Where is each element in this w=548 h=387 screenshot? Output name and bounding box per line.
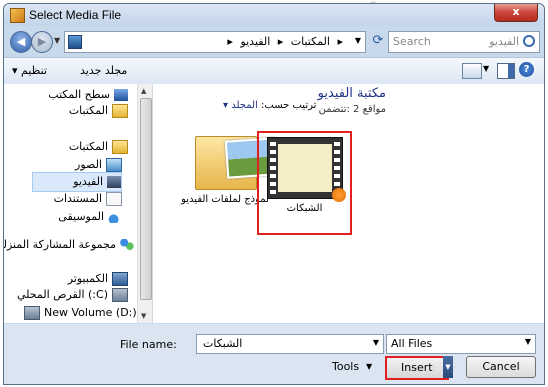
folder-icon xyxy=(195,136,278,190)
drive-icon xyxy=(24,306,40,320)
file-name-value: الشبكات xyxy=(203,337,243,350)
file-item-networks-video[interactable]: الشبكات xyxy=(257,131,352,235)
file-name-label: File name: xyxy=(120,338,177,351)
file-type-select[interactable]: All Files ▼ xyxy=(386,334,536,354)
address-bar[interactable]: ▸ المكتبات ▸ الفيديو ▸ ▼ xyxy=(64,31,366,53)
search-label: Search xyxy=(393,35,431,48)
nav-item-new-volume[interactable]: New Volume (D:) xyxy=(24,304,137,322)
library-icon xyxy=(68,35,82,49)
app-icon xyxy=(10,8,25,23)
file-type-value: All Files xyxy=(391,337,433,350)
search-icon[interactable] xyxy=(523,35,535,47)
file-name: الشبكات xyxy=(286,203,323,214)
nav-item-libraries[interactable]: المكتبات xyxy=(69,138,128,156)
arrange-by-label: ترتيب حسب: xyxy=(261,100,317,111)
breadcrumb-separator: ▸ xyxy=(227,35,233,48)
file-list-pane: مكتبة الفيديو مواقع 2 :تتضمن ترتيب حسب: … xyxy=(153,84,544,323)
breadcrumb-separator: ▸ xyxy=(277,35,284,48)
tools-button[interactable]: Tools xyxy=(332,360,359,373)
play-badge-icon xyxy=(332,188,346,202)
back-button[interactable]: ◀ xyxy=(10,31,32,53)
videos-icon xyxy=(107,176,121,188)
chevron-down-icon[interactable]: ▼ xyxy=(525,337,531,346)
search-input[interactable]: Search الفيديو xyxy=(388,31,540,53)
insert-options-dropdown[interactable]: ▼ xyxy=(443,356,453,378)
pictures-icon xyxy=(106,158,122,172)
preview-pane-icon[interactable] xyxy=(497,63,515,79)
scroll-thumb[interactable] xyxy=(140,98,152,300)
select-media-dialog: Select Media File x ◀ ▶ ▼ ▸ المكتبات ▸ ا… xyxy=(3,3,545,385)
scroll-up-icon[interactable]: ▲ xyxy=(141,87,146,95)
file-name-dropdown-icon[interactable]: ▼ xyxy=(373,338,379,347)
help-icon[interactable]: ? xyxy=(519,62,534,77)
arrange-by-dropdown[interactable]: المجلد ▾ xyxy=(223,100,258,111)
close-button[interactable]: x xyxy=(494,4,538,22)
nav-item-libraries-recent[interactable]: المكتبات xyxy=(69,102,128,120)
address-dropdown-icon[interactable]: ▼ xyxy=(355,36,361,45)
new-folder-button[interactable]: مجلد جديد xyxy=(80,64,127,77)
recent-pages-dropdown[interactable]: ▼ xyxy=(54,36,60,45)
view-dropdown-icon[interactable]: ▼ xyxy=(483,64,489,73)
breadcrumb-videos[interactable]: الفيديو xyxy=(240,35,270,48)
insert-button[interactable]: Insert xyxy=(385,356,449,380)
breadcrumb: ▸ المكتبات ▸ الفيديو ▸ xyxy=(223,35,343,48)
libraries-icon xyxy=(112,140,128,154)
tools-dropdown-icon[interactable]: ▼ xyxy=(366,362,372,371)
arrange-by: ترتيب حسب: المجلد ▾ xyxy=(223,100,316,111)
window-title: Select Media File xyxy=(29,8,122,22)
breadcrumb-libraries[interactable]: المكتبات xyxy=(291,35,330,48)
insert-label: Insert xyxy=(401,361,433,374)
nav-item-videos[interactable]: الفيديو xyxy=(32,172,122,192)
address-row: ◀ ▶ ▼ ▸ المكتبات ▸ الفيديو ▸ ▼ ⟳ Search … xyxy=(4,28,544,54)
file-name-input[interactable]: الشبكات ▼ xyxy=(196,334,384,354)
nav-item-documents[interactable]: المستندات xyxy=(54,190,122,208)
cancel-button[interactable]: Cancel xyxy=(466,356,536,378)
breadcrumb-separator: ▸ xyxy=(337,35,343,48)
computer-icon xyxy=(112,272,128,286)
command-toolbar: تنظيم ▾ مجلد جديد ▼ ? xyxy=(4,57,544,85)
libraries-icon xyxy=(112,104,128,118)
nav-item-music[interactable]: الموسيقى xyxy=(58,208,122,226)
library-locations-link[interactable]: مواقع 2 :تتضمن xyxy=(319,104,386,115)
local-disk-icon xyxy=(112,288,128,302)
refresh-icon[interactable]: ⟳ xyxy=(368,33,388,49)
documents-icon xyxy=(106,192,122,206)
search-placeholder: الفيديو xyxy=(489,35,519,48)
music-icon xyxy=(108,211,122,223)
title-bar: Select Media File x xyxy=(4,4,544,26)
dialog-footer: File name: الشبكات ▼ All Files ▼ Tools ▼… xyxy=(4,324,544,384)
navigation-pane: سطح المكتب المكتبات المكتبات الصور الفيد… xyxy=(4,84,153,323)
forward-button[interactable]: ▶ xyxy=(31,31,53,53)
library-title: مكتبة الفيديو xyxy=(317,86,386,101)
nav-item-local-disk[interactable]: (C:) القرص المحلي xyxy=(17,286,128,304)
organize-button[interactable]: تنظيم ▾ xyxy=(12,64,47,77)
homegroup-icon xyxy=(120,239,134,251)
change-view-icon[interactable] xyxy=(462,63,482,79)
nav-item-homegroup[interactable]: مجموعة المشاركة المنزلية xyxy=(4,236,134,254)
nav-scrollbar[interactable]: ▲ ▼ xyxy=(137,84,152,323)
video-file-icon xyxy=(267,137,346,202)
scroll-down-icon[interactable]: ▼ xyxy=(141,312,146,320)
desktop-icon xyxy=(114,89,128,101)
